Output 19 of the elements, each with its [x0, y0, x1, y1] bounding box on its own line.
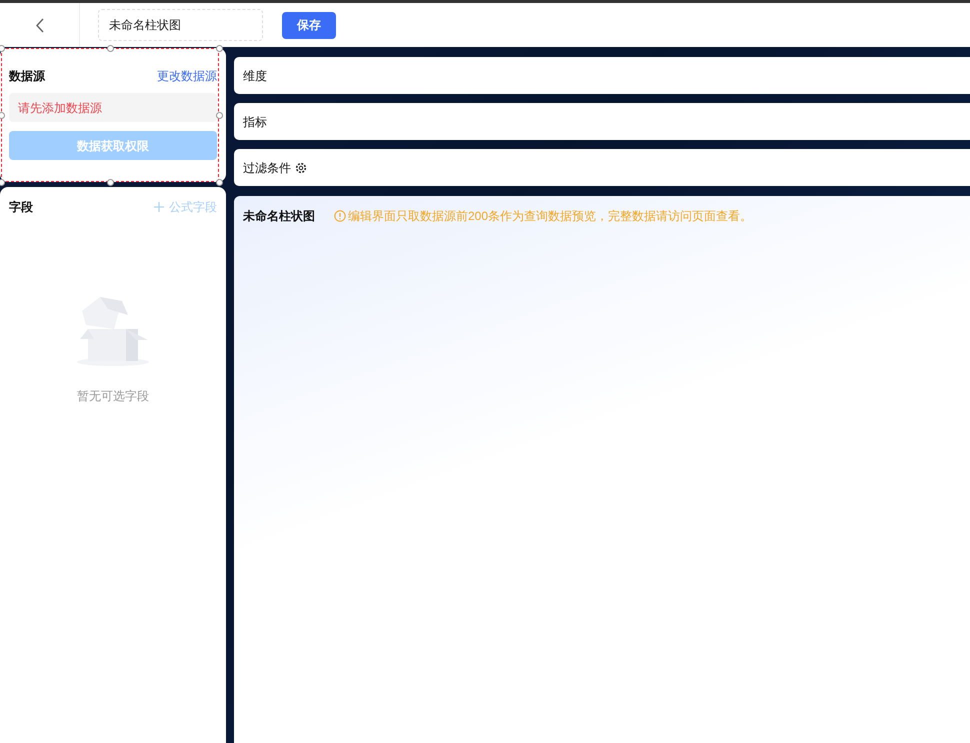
change-data-source-link[interactable]: 更改数据源	[157, 67, 217, 85]
plus-icon	[154, 202, 164, 212]
warning-text: 请先添加数据源	[18, 100, 102, 116]
notice-text: 编辑界面只取数据源前200条作为查询数据预览，完整数据请访问页面查看。	[348, 208, 752, 225]
drop-zone[interactable]: 过滤条件	[234, 149, 970, 186]
drop-zone[interactable]: 维度	[234, 57, 970, 94]
drop-zone[interactable]: 指标	[234, 103, 970, 140]
save-button[interactable]: 保存	[282, 12, 336, 38]
panel-title: 数据源	[9, 68, 45, 85]
settings-icon[interactable]	[295, 162, 307, 174]
zone-label: 指标	[243, 114, 267, 130]
title-field[interactable]: 未命名柱状图	[98, 9, 263, 41]
zone-label: 过滤条件	[243, 160, 291, 176]
info-icon	[334, 210, 346, 222]
zone-label: 维度	[243, 68, 267, 84]
back-icon	[35, 18, 44, 32]
panel-title: 字段	[9, 199, 33, 216]
chart-title: 未命名柱状图	[243, 208, 315, 225]
empty-text: 暂无可选字段	[77, 388, 149, 405]
